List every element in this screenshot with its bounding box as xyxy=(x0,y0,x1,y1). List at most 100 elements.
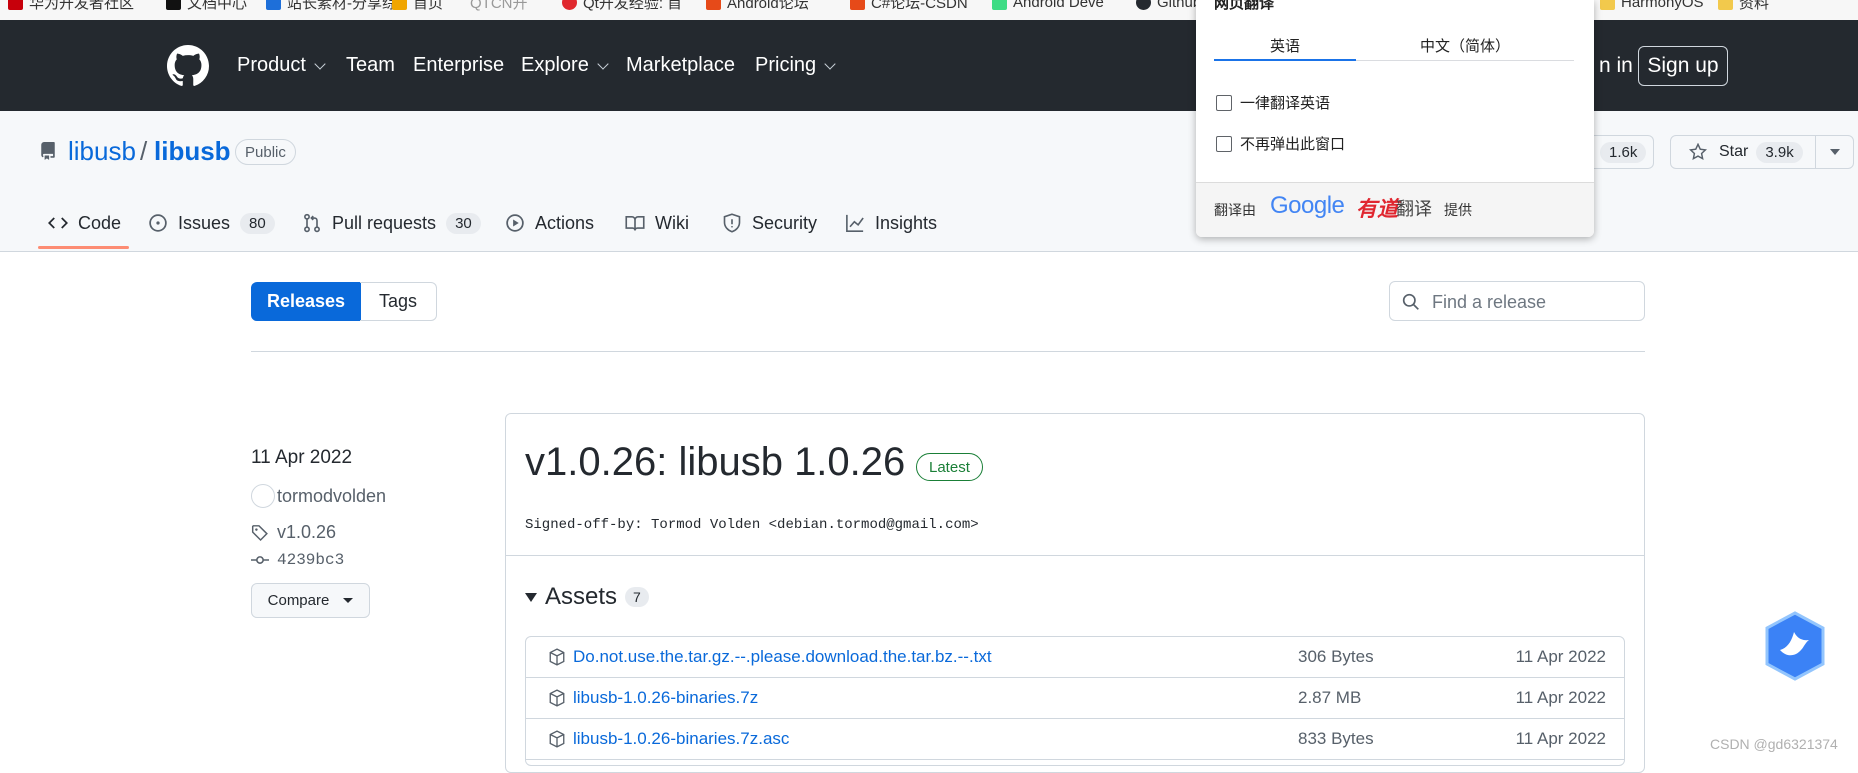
nav-label: Pricing xyxy=(755,54,817,76)
tags-tab-button[interactable]: Tags xyxy=(360,282,437,321)
bookmark-label: Github xyxy=(1157,0,1202,11)
release-divider xyxy=(506,555,1644,556)
release-date-text: 11 Apr 2022 xyxy=(251,447,353,468)
release-author[interactable]: tormodvolden xyxy=(251,484,386,508)
visibility-badge: Public xyxy=(235,139,296,165)
assets-list: Do.not.use.the.tar.gz.--.please.download… xyxy=(525,636,1625,766)
nav-team[interactable]: Team xyxy=(346,54,395,77)
bookmark-item[interactable]: 首页 xyxy=(392,0,444,12)
option-label: 不再弹出此窗口 xyxy=(1240,135,1346,153)
asset-link[interactable]: libusb-1.0.26-binaries.7z.asc xyxy=(573,729,789,749)
tab-security[interactable]: Security xyxy=(722,208,817,238)
tab-insights[interactable]: Insights xyxy=(845,208,937,238)
nav-explore[interactable]: Explore xyxy=(521,54,609,77)
asset-date: 11 Apr 2022 xyxy=(1515,688,1606,707)
checkbox[interactable] xyxy=(1216,94,1232,111)
package-icon xyxy=(549,648,565,666)
site-icon xyxy=(392,0,407,10)
nav-label: Enterprise xyxy=(413,54,505,76)
asset-size: 306 Bytes xyxy=(1298,647,1374,666)
star-count: 3.9k xyxy=(1756,141,1803,163)
repo-name-link[interactable]: libusb xyxy=(154,136,231,167)
compare-label: Compare xyxy=(267,592,330,609)
bookmark-item[interactable]: Qt开发经验: 首 xyxy=(562,0,683,12)
chevron-down-icon xyxy=(824,57,836,70)
bookmark-item[interactable]: Github xyxy=(1136,0,1202,11)
compare-button[interactable]: Compare xyxy=(251,583,370,618)
package-icon xyxy=(549,689,565,707)
bookmark-label: Android论坛 xyxy=(727,0,809,12)
never-show-option[interactable]: 不再弹出此窗口 xyxy=(1216,133,1345,154)
tab-wiki[interactable]: Wiki xyxy=(625,208,689,238)
bookmark-item[interactable]: 文档中心 xyxy=(166,0,248,12)
folder-icon xyxy=(1718,0,1733,10)
assistant-bird-icon[interactable] xyxy=(1762,610,1828,682)
star-dropdown-button[interactable] xyxy=(1815,135,1854,169)
release-commit[interactable]: 4239bc3 xyxy=(251,551,344,569)
tab-code[interactable]: Code xyxy=(48,208,121,238)
latest-badge: Latest xyxy=(916,453,983,481)
tag-name: v1.0.26 xyxy=(277,522,337,542)
release-search-input[interactable] xyxy=(1430,291,1634,314)
bookmark-item[interactable]: 站长素材-分享综 xyxy=(266,0,397,12)
release-tag[interactable]: v1.0.26 xyxy=(251,522,336,543)
assets-label: Assets xyxy=(545,583,618,610)
bookmark-label: Android Deve xyxy=(1013,0,1104,11)
commit-icon xyxy=(251,556,269,564)
releases-tab-button[interactable]: Releases xyxy=(251,282,361,321)
code-icon xyxy=(48,217,68,229)
nav-marketplace[interactable]: Marketplace xyxy=(626,54,735,77)
tab-actions[interactable]: Actions xyxy=(505,208,594,238)
bookmark-item[interactable]: 资料 xyxy=(1718,0,1770,12)
checkbox[interactable] xyxy=(1216,135,1232,152)
tab-issues[interactable]: Issues 80 xyxy=(148,208,275,238)
tab-english[interactable]: 英语 xyxy=(1214,35,1356,61)
play-icon xyxy=(506,214,524,232)
tab-pull-requests[interactable]: Pull requests 30 xyxy=(302,208,481,238)
always-translate-option[interactable]: 一律翻译英语 xyxy=(1216,92,1330,113)
bookmark-label: 华为开发者社区 xyxy=(29,0,135,12)
github-logo-icon[interactable] xyxy=(167,45,209,87)
nav-pricing[interactable]: Pricing xyxy=(755,54,836,77)
tab-label: Insights xyxy=(875,212,938,233)
asset-link[interactable]: libusb-1.0.26-binaries.7z xyxy=(573,688,758,708)
bookmark-item[interactable]: C#论坛-CSDN xyxy=(850,0,968,12)
asset-link[interactable]: Do.not.use.the.tar.gz.--.please.download… xyxy=(573,647,992,667)
bookmark-label: HarmonyOS xyxy=(1621,0,1704,11)
repo-path-separator: / xyxy=(140,136,148,166)
footer-prefix: 翻译由 xyxy=(1214,203,1256,219)
bookmark-label: 资料 xyxy=(1739,0,1770,12)
nav-label: Product xyxy=(237,54,306,76)
nav-product[interactable]: Product xyxy=(237,54,326,77)
release-title[interactable]: v1.0.26: libusb 1.0.26 xyxy=(525,440,905,485)
csdn-icon xyxy=(706,0,721,10)
nav-enterprise[interactable]: Enterprise xyxy=(413,54,504,77)
tab-label: Wiki xyxy=(655,212,689,233)
tab-chinese[interactable]: 中文（简体） xyxy=(1356,35,1574,61)
sign-up-button[interactable]: Sign up xyxy=(1638,46,1728,86)
bookmark-item[interactable]: 华为开发者社区 xyxy=(8,0,135,12)
bookmark-label: 文档中心 xyxy=(187,0,248,12)
star-button[interactable]: Star 3.9k xyxy=(1670,135,1816,169)
bookmark-item[interactable]: QTCN开 xyxy=(470,0,528,12)
bookmark-label: Qt开发经验: 首 xyxy=(583,0,683,12)
asset-size: 833 Bytes xyxy=(1298,729,1374,748)
bookmark-item[interactable]: HarmonyOS xyxy=(1600,0,1704,11)
sign-in-link[interactable]: n in xyxy=(1599,54,1633,78)
repo-owner-link[interactable]: libusb xyxy=(68,136,136,167)
tab-label: Pull requests xyxy=(332,212,437,233)
issue-icon xyxy=(149,214,167,232)
bookmark-label: 首页 xyxy=(413,0,444,12)
site-icon xyxy=(166,0,181,10)
popup-title: 网页翻译 xyxy=(1214,0,1275,12)
tab-label: Code xyxy=(78,212,122,233)
bookmark-item[interactable]: Android论坛 xyxy=(706,0,809,12)
fork-count: 1.6k xyxy=(1600,141,1647,163)
bookmark-item[interactable]: Android Deve xyxy=(992,0,1104,11)
caret-down-icon xyxy=(1829,149,1840,155)
bookmark-label: C#论坛-CSDN xyxy=(871,0,968,12)
folder-icon xyxy=(1600,0,1615,10)
popup-footer: 翻译由 Google 有道 翻译 提供 xyxy=(1196,182,1594,237)
avatar xyxy=(251,484,275,508)
assets-toggle[interactable]: Assets 7 xyxy=(525,583,649,611)
